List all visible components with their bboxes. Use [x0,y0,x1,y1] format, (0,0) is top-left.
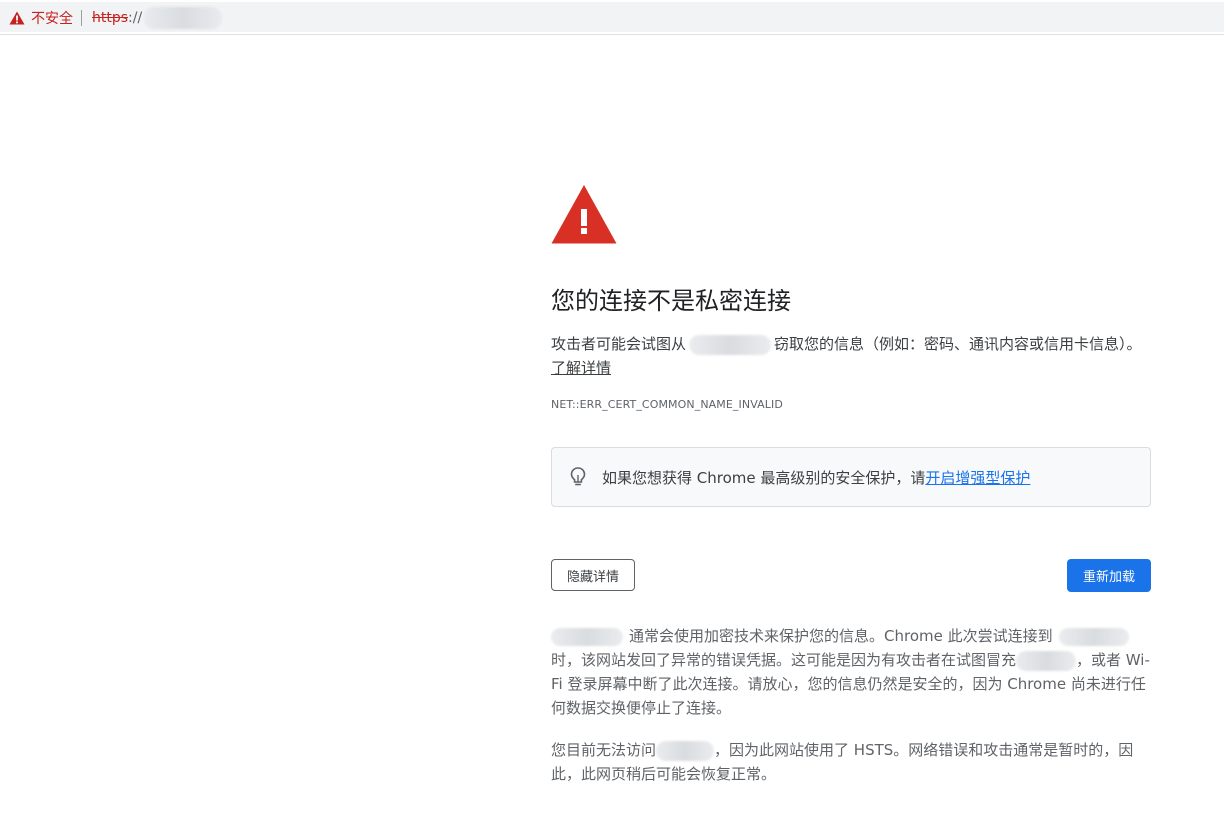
page-title: 您的连接不是私密连接 [551,287,791,315]
warning-description: 攻击者可能会试图从 窃取您的信息（例如：密码、通讯内容或信用卡信息）。 了解详情 [551,332,1151,380]
redacted-hostname [1016,650,1077,671]
toolbar-divider [0,34,1224,35]
redacted-hostname [1058,627,1129,646]
details-text-1a: 通常会使用加密技术来保护您的信息。Chrome 此次尝试连接到 [629,627,1053,645]
details-section: 通常会使用加密技术来保护您的信息。Chrome 此次尝试连接到时，该网站发回了异… [551,624,1151,786]
interstitial-content: 您的连接不是私密连接 攻击者可能会试图从 窃取您的信息（例如：密码、通讯内容或信用… [551,184,1151,804]
redacted-hostname [144,7,223,29]
reload-button[interactable]: 重新加载 [1067,559,1151,592]
address-divider [81,10,82,26]
hide-details-button[interactable]: 隐藏详情 [551,559,635,591]
enhanced-protection-text: 如果您想获得 Chrome 最高级别的安全保护，请 [602,468,926,487]
warning-triangle-icon [551,185,617,244]
address-bar-content[interactable]: 不安全 https:// [0,4,223,32]
learn-more-link[interactable]: 了解详情 [551,359,611,377]
enhanced-protection-link[interactable]: 开启增强型保护 [925,467,1030,488]
redacted-hostname [656,740,715,761]
warning-triangle-icon[interactable] [9,11,25,25]
enhanced-protection-banner: 如果您想获得 Chrome 最高级别的安全保护，请 开启增强型保护 [551,447,1151,507]
description-text-start: 攻击者可能会试图从 [551,335,687,353]
redacted-hostname [689,334,772,355]
redacted-hostname [551,627,623,646]
not-secure-label[interactable]: 不安全 [31,8,73,28]
address-bar[interactable]: 不安全 https:// [0,2,1224,32]
action-buttons: 隐藏详情 重新加载 [551,559,1151,595]
url-scheme-separator: :// [128,10,143,26]
details-paragraph-2: 您目前无法访问 ，因为此网站使用了 HSTS。网络错误和攻击通常是暂时的，因此，此… [551,738,1151,786]
description-text-end: 窃取您的信息（例如：密码、通讯内容或信用卡信息）。 [774,335,1142,353]
details-text-1b: 时，该网站发回了异常的错误凭据。这可能是因为有攻击者在试图冒充 [551,651,1017,669]
details-text-2a: 您目前无法访问 [551,741,657,759]
lightbulb-icon [570,467,586,486]
details-paragraph-1: 通常会使用加密技术来保护您的信息。Chrome 此次尝试连接到时，该网站发回了异… [551,624,1151,720]
url-scheme: https [92,10,129,26]
error-code[interactable]: NET::ERR_CERT_COMMON_NAME_INVALID [551,398,1151,411]
